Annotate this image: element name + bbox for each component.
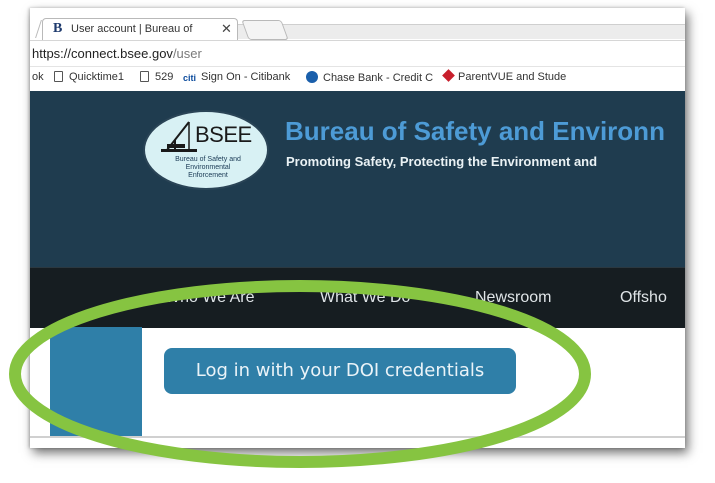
- sidebar-strip: [50, 327, 142, 437]
- bookmark-quicktime1[interactable]: Quicktime1: [54, 71, 124, 83]
- url-path: /user: [172, 46, 202, 61]
- bsee-favicon-icon: B: [53, 21, 63, 36]
- bookmark-529[interactable]: 529: [140, 71, 173, 83]
- bookmark-chase[interactable]: Chase Bank - Credit C: [306, 71, 433, 84]
- new-tab-button[interactable]: [241, 20, 289, 40]
- url-text[interactable]: https://connect.bsee.gov/user: [32, 46, 202, 61]
- logo-subtext-line: Environmental: [185, 164, 231, 171]
- nav-what-we-do[interactable]: What We Do: [320, 289, 410, 307]
- content-divider: [30, 436, 685, 438]
- chase-icon: [306, 71, 318, 83]
- bookmark-label: ok: [32, 71, 44, 83]
- previous-tab-edge[interactable]: [30, 20, 42, 38]
- site-tagline: Promoting Safety, Protecting the Environ…: [286, 154, 598, 169]
- parentvue-icon: [442, 69, 455, 82]
- bsee-logo[interactable]: BSEE Bureau of Safety and Environmental …: [143, 110, 269, 190]
- logo-subtext-line: Enforcement: [188, 172, 228, 179]
- bookmark-label: Sign On - Citibank: [201, 71, 291, 83]
- bookmark-label: ParentVUE and Stude: [458, 71, 567, 83]
- bookmark-label: Quicktime1: [69, 71, 125, 83]
- browser-window: B User account | Bureau of ✕ https://con…: [30, 8, 685, 448]
- bookmark-ok[interactable]: ok: [32, 71, 44, 83]
- bookmark-citibank[interactable]: citi Sign On - Citibank: [183, 71, 290, 83]
- bookmark-label: Chase Bank - Credit C: [323, 72, 434, 84]
- login-doi-button[interactable]: Log in with your DOI credentials: [164, 348, 516, 394]
- bookmark-label: 529: [155, 71, 174, 83]
- bookmark-parentvue[interactable]: ParentVUE and Stude: [442, 69, 567, 83]
- nav-newsroom[interactable]: Newsroom: [475, 289, 551, 307]
- nav-who-we-are[interactable]: Who We Are: [165, 289, 255, 307]
- logo-subtext-line: Bureau of Safety and: [175, 156, 241, 163]
- tab-title: User account | Bureau of: [71, 23, 193, 35]
- tab-strip-background: [230, 24, 685, 39]
- tab-user-account[interactable]: B User account | Bureau of ✕: [42, 18, 238, 40]
- main-nav: Who We Are What We Do Newsroom Offsho: [30, 267, 685, 328]
- site-title[interactable]: Bureau of Safety and Environn: [285, 116, 665, 147]
- address-bar[interactable]: https://connect.bsee.gov/user: [30, 40, 685, 67]
- page-icon: [140, 71, 149, 82]
- logo-subtext: Bureau of Safety and Environmental Enfor…: [153, 156, 263, 180]
- bookmarks-bar: ok Quicktime1 529 citi Sign On - Citibank…: [30, 66, 685, 92]
- tab-strip: B User account | Bureau of ✕: [30, 8, 685, 40]
- site-header: BSEE Bureau of Safety and Environmental …: [30, 91, 685, 267]
- close-tab-icon[interactable]: ✕: [221, 21, 232, 37]
- url-host: https://connect.bsee.gov: [32, 46, 173, 61]
- nav-offshore[interactable]: Offsho: [620, 289, 667, 307]
- logo-acronym: BSEE: [195, 122, 252, 147]
- page-icon: [54, 71, 63, 82]
- citi-icon: citi: [183, 73, 197, 83]
